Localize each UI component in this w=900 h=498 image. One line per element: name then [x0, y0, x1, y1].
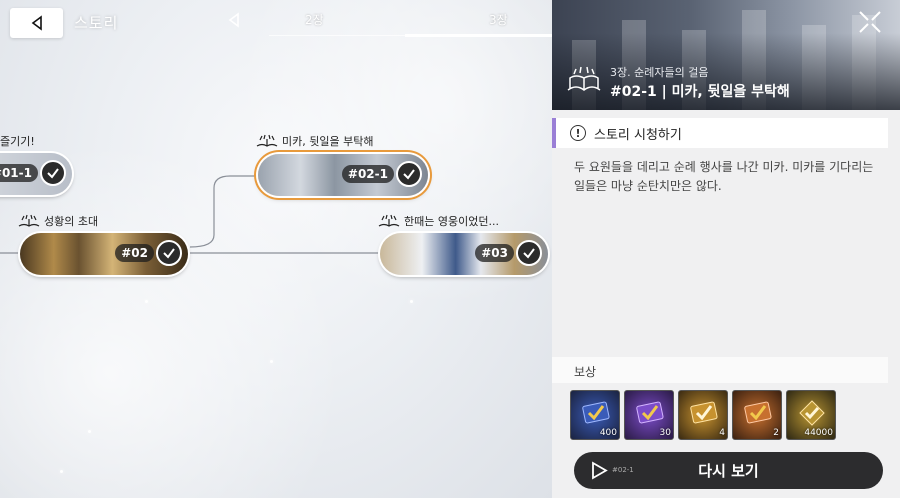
reward-list: 400 30 4 2 44000 [570, 390, 836, 440]
chapter-subtitle: 3장. 순례자들의 걸음 [610, 66, 709, 79]
sparkle [270, 360, 273, 363]
cleared-check-icon [156, 240, 182, 266]
node-label-02-1: 미카, 뒷일을 부탁해 [256, 133, 373, 149]
node-code: #01-1 [0, 164, 38, 182]
blue-check-ticket-icon [582, 401, 610, 424]
node-label-02: 성황의 초대 [18, 213, 98, 229]
purple-check-ticket-icon [636, 401, 664, 424]
node-code: #02-1 [341, 165, 394, 183]
replay-label: 다시 보기 [698, 462, 759, 480]
replay-button[interactable]: #02-1 다시 보기 [574, 452, 883, 489]
section-title: 스토리 시청하기 [594, 127, 682, 143]
story-description: 두 요원들을 데리고 순례 행사를 나간 미카. 미카를 기다리는 일들은 마냥… [574, 160, 874, 193]
node-code: #03 [475, 244, 514, 262]
sparkle [145, 300, 148, 303]
book-icon [18, 214, 40, 227]
reward-qty: 400 [599, 428, 617, 438]
book-icon [256, 134, 278, 147]
reward-qty: 44000 [804, 428, 833, 438]
reward-item[interactable]: 30 [624, 390, 674, 440]
cleared-check-icon [40, 160, 66, 186]
reward-item[interactable]: 44000 [786, 390, 836, 440]
sparkle [410, 300, 413, 303]
cleared-check-icon [516, 240, 542, 266]
reward-item[interactable]: 4 [678, 390, 728, 440]
sparkle [88, 430, 91, 433]
cleared-check-icon [396, 161, 422, 187]
reward-header: 보상 [552, 357, 888, 383]
reward-item[interactable]: 2 [732, 390, 782, 440]
sparkle [60, 470, 63, 473]
story-node-03[interactable]: #03 [380, 233, 548, 275]
node-label-03: 한때는 영웅이었던... [378, 213, 499, 229]
story-title: #02-1 | 미카, 뒷일을 부탁해 [610, 84, 790, 100]
reward-qty: 30 [659, 428, 671, 438]
orange-check-ticket-icon [744, 401, 772, 424]
book-icon [378, 214, 400, 227]
story-node-02-1[interactable]: #02-1 [258, 154, 428, 196]
reward-qty: 2 [773, 428, 779, 438]
gold-check-coin-icon [799, 400, 825, 426]
story-node-01-1[interactable]: #01-1 [0, 153, 72, 195]
gold-check-ticket-icon [690, 401, 718, 424]
story-detail-panel: 3장. 순례자들의 걸음 #02-1 | 미카, 뒷일을 부탁해 ! 스토리 시… [552, 0, 900, 498]
close-icon[interactable] [858, 10, 882, 34]
node-label-01-1: 즐기기! [0, 135, 35, 148]
story-book-icon [567, 66, 601, 91]
node-code: #02 [115, 244, 154, 262]
story-node-02[interactable]: #02 [20, 233, 188, 275]
story-map[interactable]: 스토리 2장 3장 즐기기! #01-1 성황의 초대 #02 미카, 뒷일을 … [0, 0, 552, 498]
reward-qty: 4 [719, 428, 725, 438]
reward-item[interactable]: 400 [570, 390, 620, 440]
watch-story-section-header: ! 스토리 시청하기 [552, 118, 888, 148]
info-icon: ! [570, 125, 586, 141]
